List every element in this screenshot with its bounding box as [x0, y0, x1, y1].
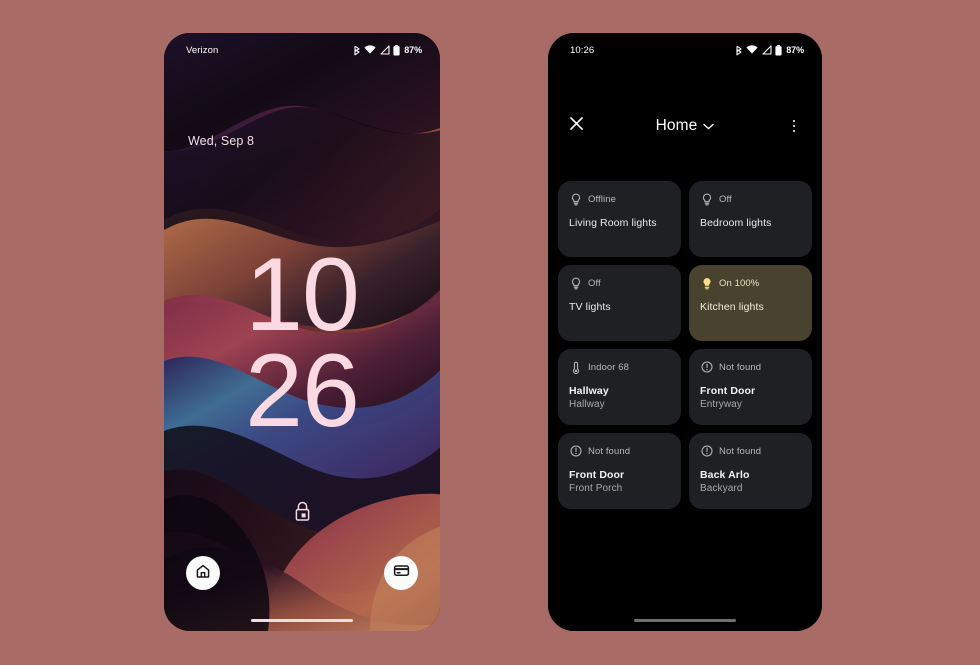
tile-device-name: Bedroom lights: [700, 217, 772, 229]
wifi-icon: [364, 45, 376, 55]
device-tile[interactable]: Off Bedroom lights: [689, 181, 812, 257]
home-pill[interactable]: [251, 619, 353, 622]
chevron-down-icon: [703, 117, 715, 135]
lightbulb-outline-icon: [569, 193, 582, 206]
tile-state-label: Not found: [719, 361, 762, 373]
overflow-menu-button[interactable]: [780, 112, 808, 140]
lock-screen-date: Wed, Sep 8: [188, 134, 255, 148]
left-status-bar: Verizon 87%: [164, 33, 440, 67]
right-gesture-nav-bar[interactable]: [548, 619, 822, 622]
home-controls-header: Home: [548, 109, 822, 143]
home-pill[interactable]: [634, 619, 736, 622]
lightbulb-outline-icon: [569, 277, 582, 290]
more-vertical-icon-dot: [792, 119, 796, 123]
close-icon: [569, 116, 584, 136]
cellular-signal-icon: [762, 45, 772, 55]
tile-device-name: Front Door: [700, 385, 756, 397]
home-selector-label: Home: [655, 117, 698, 134]
tile-status-row: Not found: [569, 444, 670, 458]
home-selector-dropdown[interactable]: Home: [590, 117, 780, 135]
tile-status-row: Off: [700, 192, 801, 206]
tile-device-name: TV lights: [569, 301, 611, 313]
device-tiles-grid: Offline Living Room lights Off Bedroom lig…: [558, 181, 812, 509]
lock-icon[interactable]: [164, 501, 440, 522]
tile-device-name: Living Room lights: [569, 217, 657, 229]
close-button[interactable]: [562, 112, 590, 140]
device-tile[interactable]: Not found Front Door Entryway: [689, 349, 812, 425]
device-tile[interactable]: Indoor 68 Hallway Hallway: [558, 349, 681, 425]
bluetooth-icon: [735, 45, 743, 56]
battery-percent-label: 87%: [786, 45, 804, 55]
tile-room-label: Hallway: [569, 399, 605, 410]
wallet-shortcut-button[interactable]: [384, 556, 418, 590]
tile-device-name: Kitchen lights: [700, 301, 764, 313]
right-status-bar: 10:26 87%: [548, 33, 822, 67]
tile-status-row: Not found: [700, 360, 801, 374]
tile-status-row: Not found: [700, 444, 801, 458]
tile-device-name: Hallway: [569, 385, 609, 397]
phone-right-home-controls: 10:26 87% Home Offline Living Room light…: [548, 33, 822, 631]
battery-icon: [775, 44, 782, 56]
left-gesture-nav-bar[interactable]: [164, 619, 440, 622]
lock-screen-clock: 10 26: [164, 237, 440, 449]
thermometer-icon: [569, 361, 582, 374]
lightbulb-filled-icon: [700, 277, 713, 290]
tile-device-name: Back Arlo: [700, 469, 750, 481]
home-icon: [195, 563, 211, 584]
tile-state-label: Off: [719, 193, 732, 205]
status-icons: 87%: [735, 44, 804, 56]
cellular-signal-icon: [380, 45, 390, 55]
battery-percent-label: 87%: [404, 45, 422, 55]
error-circle-icon: [700, 445, 713, 458]
tile-room-label: Backyard: [700, 483, 743, 494]
clock-hours: 10: [245, 237, 360, 353]
tile-state-label: Not found: [588, 445, 631, 457]
phone-left-lock-screen: Verizon 87% Wed, Sep 8 10 26: [164, 33, 440, 631]
tile-status-row: Indoor 68: [569, 360, 670, 374]
wifi-icon: [746, 45, 758, 55]
error-circle-icon: [700, 361, 713, 374]
tile-state-label: Offline: [588, 193, 616, 205]
home-shortcut-button[interactable]: [186, 556, 220, 590]
tile-state-label: Indoor 68: [588, 361, 630, 373]
more-vertical-icon-dot: [792, 124, 796, 128]
more-vertical-icon-dot: [792, 129, 796, 133]
device-tile[interactable]: Not found Front Door Front Porch: [558, 433, 681, 509]
bluetooth-icon: [353, 45, 361, 56]
device-tile[interactable]: On 100% Kitchen lights: [689, 265, 812, 341]
tile-device-name: Front Door: [569, 469, 625, 481]
tile-room-label: Front Porch: [569, 483, 623, 494]
status-clock-label: 10:26: [570, 44, 595, 56]
lightbulb-outline-icon: [700, 193, 713, 206]
wallet-card-icon: [393, 562, 410, 584]
tile-room-label: Entryway: [700, 399, 742, 410]
carrier-label: Verizon: [186, 44, 219, 56]
tile-state-label: On 100%: [719, 277, 760, 289]
tile-state-label: Not found: [719, 445, 762, 457]
device-tile[interactable]: Offline Living Room lights: [558, 181, 681, 257]
device-tile[interactable]: Not found Back Arlo Backyard: [689, 433, 812, 509]
error-circle-icon: [569, 445, 582, 458]
tile-status-row: Offline: [569, 192, 670, 206]
tile-state-label: Off: [588, 277, 601, 289]
tile-status-row: On 100%: [700, 276, 801, 290]
battery-icon: [393, 44, 400, 56]
home-controls-screen: 10:26 87% Home Offline Living Room light…: [548, 33, 822, 631]
status-icons: 87%: [353, 44, 422, 56]
tile-status-row: Off: [569, 276, 670, 290]
device-tile[interactable]: Off TV lights: [558, 265, 681, 341]
clock-minutes: 26: [245, 332, 360, 449]
